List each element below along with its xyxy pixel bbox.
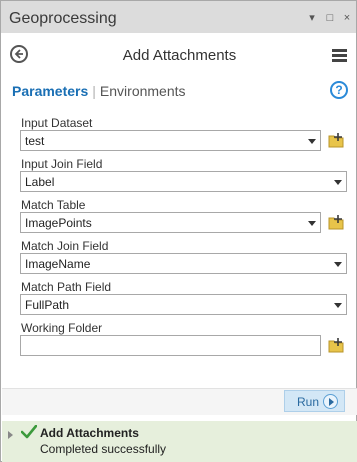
status-message: Completed successfully (40, 442, 167, 456)
play-icon (323, 394, 338, 409)
match-table-dropdown[interactable]: ImagePoints (20, 212, 321, 233)
tool-title: Add Attachments (122, 47, 237, 64)
input-dataset-dropdown[interactable]: test (20, 130, 321, 151)
tool-header: Add Attachments (1, 33, 356, 73)
check-icon (21, 425, 37, 439)
run-button[interactable]: Run (284, 390, 345, 412)
match-path-field-dropdown[interactable]: FullPath (20, 294, 347, 315)
input-join-field-value: Label (25, 175, 55, 189)
geoprocessing-pane: Geoprocessing ▾ □ × Add Attachments Para… (0, 0, 357, 462)
chevron-down-icon (334, 262, 342, 267)
match-join-field-label: Match Join Field (21, 239, 109, 253)
pane-title-bar: Geoprocessing ▾ □ × (1, 1, 356, 33)
match-table-label: Match Table (21, 198, 86, 212)
chevron-down-icon (334, 303, 342, 308)
browse-folder-icon[interactable] (328, 337, 345, 354)
pane-options-dropdown[interactable]: ▾ (306, 12, 318, 24)
status-title: Add Attachments (40, 426, 139, 440)
help-icon[interactable]: ? (330, 81, 348, 99)
match-path-field-label: Match Path Field (21, 280, 112, 294)
input-join-field-dropdown[interactable]: Label (20, 171, 347, 192)
browse-folder-icon[interactable] (328, 214, 345, 231)
chevron-down-icon (308, 221, 316, 226)
pane-title: Geoprocessing (9, 10, 117, 27)
status-panel: Add Attachments Completed successfully (2, 421, 357, 462)
input-dataset-value: test (25, 134, 45, 148)
pane-close-button[interactable]: × (341, 12, 353, 24)
chevron-down-icon (308, 139, 316, 144)
match-join-field-dropdown[interactable]: ImageName (20, 253, 347, 274)
expand-arrow-icon[interactable] (8, 431, 13, 439)
tab-parameters[interactable]: Parameters (12, 83, 88, 99)
hamburger-menu-icon[interactable] (332, 49, 347, 62)
browse-folder-icon[interactable] (328, 132, 345, 149)
input-dataset-label: Input Dataset (21, 116, 93, 130)
working-folder-label: Working Folder (21, 321, 103, 335)
tool-tabs: Parameters | Environments (12, 83, 186, 101)
match-path-field-value: FullPath (25, 298, 70, 312)
input-join-field-label: Input Join Field (21, 157, 103, 171)
chevron-down-icon (334, 180, 342, 185)
run-button-label: Run (297, 395, 320, 409)
tab-environments[interactable]: Environments (100, 83, 186, 99)
pane-maximize-button[interactable]: □ (324, 12, 336, 24)
working-folder-input[interactable] (20, 335, 321, 356)
tab-separator: | (92, 83, 96, 99)
match-table-value: ImagePoints (25, 216, 92, 230)
match-join-field-value: ImageName (25, 257, 91, 271)
